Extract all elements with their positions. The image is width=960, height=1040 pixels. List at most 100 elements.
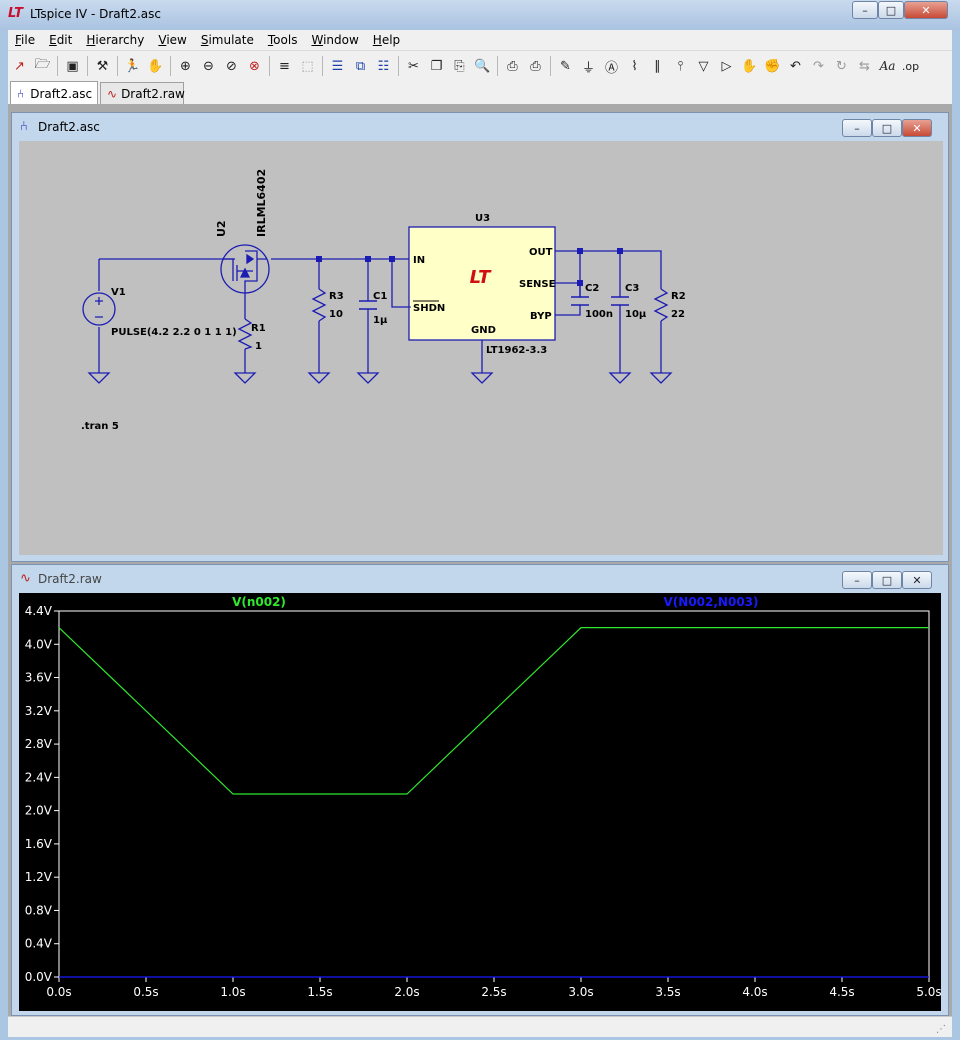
autorange-icon[interactable]: ⬚ xyxy=(297,55,319,77)
menu-help[interactable]: Help xyxy=(366,33,407,47)
label-net-icon[interactable]: Ⓐ xyxy=(601,55,623,77)
u3-part-label: LT1962-3.3 xyxy=(486,345,547,356)
junction xyxy=(577,280,583,286)
x-tick-label: 2.5s xyxy=(481,985,506,999)
new-schematic-icon[interactable]: ↗ xyxy=(9,55,31,77)
junction xyxy=(365,256,371,262)
find-icon[interactable]: 🔍 xyxy=(472,55,494,77)
plot-settings-icon[interactable]: ≡ xyxy=(274,55,296,77)
save-icon[interactable]: ▣ xyxy=(62,55,84,77)
close-icon[interactable]: ✕ xyxy=(902,571,932,589)
toolbar-separator xyxy=(170,56,171,76)
menu-hierarchy[interactable]: Hierarchy xyxy=(79,33,151,47)
r1-value-label: 1 xyxy=(255,341,262,352)
spice-directive-icon[interactable]: .op xyxy=(900,55,922,77)
tran-directive[interactable]: .tran 5 xyxy=(81,421,119,432)
u3-pin-shdn: SHDN xyxy=(413,303,445,314)
waveform-icon: ∿ xyxy=(107,86,118,101)
print-preview-icon[interactable]: ⎙ xyxy=(502,55,524,77)
u3-pin-in: IN xyxy=(413,255,425,266)
schematic-canvas[interactable]: LT V1 PULSE(4.2 2.2 0 1 1 1) R1 1 R3 10 … xyxy=(19,141,943,555)
undo-icon[interactable]: ↶ xyxy=(785,55,807,77)
cascade-icon[interactable]: ⧉ xyxy=(350,55,372,77)
maximize-icon[interactable]: □ xyxy=(878,1,904,19)
mdi-client-area: ⑃ Draft2.asc – □ ✕ LT V1 PULSE(4.2 2.2 0… xyxy=(8,104,952,1016)
menu-edit[interactable]: Edit xyxy=(42,33,79,47)
close-icon[interactable]: ✕ xyxy=(904,1,948,19)
c2-value-label: 100n xyxy=(585,309,613,320)
redo-icon[interactable]: ↷ xyxy=(808,55,830,77)
r3-value-label: 10 xyxy=(329,309,343,320)
tab-draft2-asc[interactable]: ⑃ Draft2.asc xyxy=(10,81,98,105)
schematic-icon: ⑃ xyxy=(20,119,28,134)
menu-simulate[interactable]: Simulate xyxy=(194,33,261,47)
menu-window[interactable]: Window xyxy=(304,33,365,47)
zoom-fit-icon[interactable]: ⊘ xyxy=(221,55,243,77)
r1-ref-label: R1 xyxy=(251,323,266,334)
v1-ref-label: V1 xyxy=(111,287,126,298)
close-icon[interactable]: ✕ xyxy=(902,119,932,137)
rotate-icon[interactable]: ↻ xyxy=(831,55,853,77)
c2-ref-label: C2 xyxy=(585,283,599,294)
zoom-out-icon[interactable]: ⊖ xyxy=(198,55,220,77)
toolbar-separator xyxy=(322,56,323,76)
zoom-in-icon[interactable]: ⊕ xyxy=(175,55,197,77)
schematic-window: ⑃ Draft2.asc – □ ✕ LT V1 PULSE(4.2 2.2 0… xyxy=(11,112,949,562)
halt-icon[interactable]: ✋ xyxy=(145,55,167,77)
tab-label: Draft2.asc xyxy=(30,86,93,101)
capacitor-icon[interactable]: ∥ xyxy=(647,55,669,77)
waveform-window-controls: – □ ✕ xyxy=(842,571,932,589)
ltspice-logo-icon: LT xyxy=(8,6,23,21)
waveform-window-title: Draft2.raw xyxy=(38,572,102,586)
open-icon[interactable]: 🗁 xyxy=(32,55,54,77)
legend-entry[interactable]: V(N002,N003) xyxy=(664,595,759,609)
print-icon[interactable]: ⎙ xyxy=(525,55,547,77)
tile-horizontal-icon[interactable]: ☰ xyxy=(327,55,349,77)
u2-ref-label: U2 xyxy=(215,220,228,237)
x-tick-label: 3.5s xyxy=(655,985,680,999)
menu-tools[interactable]: Tools xyxy=(261,33,305,47)
tile-vertical-icon[interactable]: ☷ xyxy=(373,55,395,77)
junction xyxy=(577,248,583,254)
component-icon[interactable]: ▷ xyxy=(716,55,738,77)
move-icon[interactable]: ✋ xyxy=(739,55,761,77)
y-tick-label: 2.4V xyxy=(25,770,53,784)
y-tick-label: 1.6V xyxy=(25,837,53,851)
y-tick-label: 3.2V xyxy=(25,704,53,718)
draw-wire-icon[interactable]: ✎ xyxy=(555,55,577,77)
mirror-icon[interactable]: ⇆ xyxy=(854,55,876,77)
text-icon[interactable]: Aa xyxy=(877,55,899,77)
menu-view[interactable]: View xyxy=(151,33,193,47)
drag-icon[interactable]: ✊ xyxy=(762,55,784,77)
maximize-icon[interactable]: □ xyxy=(872,571,902,589)
minimize-icon[interactable]: – xyxy=(842,119,872,137)
maximize-icon[interactable]: □ xyxy=(872,119,902,137)
minimize-icon[interactable]: – xyxy=(852,1,878,19)
waveform-plot[interactable]: 0.0V 0.4V 0.8V 1.2V 1.6V 2.0V 2.4V 2.8V 3.2V 3.6V… xyxy=(19,593,941,1011)
control-panel-icon[interactable]: ⚒ xyxy=(92,55,114,77)
y-tick-label: 0.0V xyxy=(25,970,53,984)
menu-file[interactable]: File xyxy=(8,33,42,47)
waveform-window: ∿ Draft2.raw – □ ✕ 0.0V 0.4V 0.8V 1.2V 1.6V 2… xyxy=(11,564,949,1016)
zoom-cancel-icon[interactable]: ⊗ xyxy=(244,55,266,77)
legend-entry[interactable]: V(n002) xyxy=(232,595,286,609)
x-tick-label: 4.5s xyxy=(829,985,854,999)
run-icon[interactable]: 🏃 xyxy=(122,55,144,77)
copy-icon[interactable]: ❐ xyxy=(426,55,448,77)
minimize-icon[interactable]: – xyxy=(842,571,872,589)
toolbar-separator xyxy=(497,56,498,76)
x-tick-label: 5.0s xyxy=(916,985,941,999)
diode-icon[interactable]: ▽ xyxy=(693,55,715,77)
y-tick-label: 2.0V xyxy=(25,804,53,818)
tab-draft2-raw[interactable]: ∿ Draft2.raw xyxy=(100,82,185,104)
resistor-icon[interactable]: ⌇ xyxy=(624,55,646,77)
window-controls: – □ ✕ xyxy=(852,1,948,19)
junction xyxy=(389,256,395,262)
ground-icon[interactable]: ⏚ xyxy=(578,55,600,77)
y-tick-label: 1.2V xyxy=(25,870,53,884)
u3-ref-label: U3 xyxy=(475,213,490,224)
inductor-icon[interactable]: ⫯ xyxy=(670,55,692,77)
resize-grip-icon[interactable]: ⋰ xyxy=(936,1024,946,1035)
cut-icon[interactable]: ✂ xyxy=(403,55,425,77)
paste-icon[interactable]: ⎘ xyxy=(449,55,471,77)
